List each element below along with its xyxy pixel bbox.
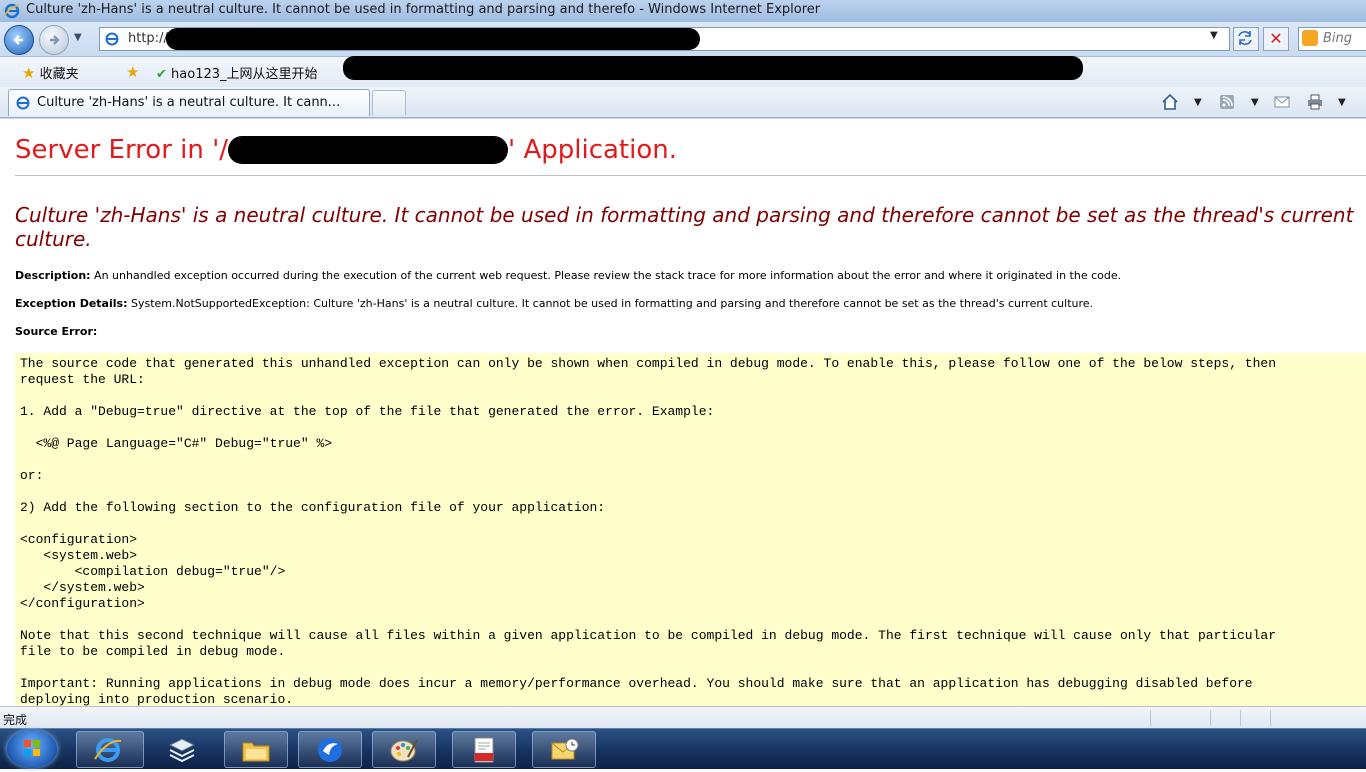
- start-button[interactable]: [7, 730, 57, 768]
- status-text: 完成: [3, 713, 28, 727]
- tab-bar: Culture 'zh-Hans' is a neutral culture. …: [0, 87, 1366, 118]
- mail-clock-icon: [551, 738, 579, 760]
- page-content: Server Error in '/ ' Application. Culture…: [0, 118, 1366, 707]
- favorites-label: 收藏夹: [39, 67, 79, 82]
- address-dropdown-icon[interactable]: ▼: [1210, 30, 1218, 41]
- status-divider: [1150, 710, 1151, 726]
- internet-explorer-icon: [4, 3, 20, 19]
- exception-label: Exception Details:: [15, 297, 128, 310]
- paint-palette-icon: [390, 739, 418, 762]
- recent-pages-dropdown-icon[interactable]: ▼: [74, 32, 82, 43]
- taskbar-file-explorer[interactable]: [224, 731, 288, 768]
- print-dropdown-icon[interactable]: ▼: [1338, 97, 1346, 108]
- compatibility-refresh-button[interactable]: [1233, 27, 1259, 51]
- redacted-url-mask: [166, 28, 700, 50]
- swirl-browser-icon: [318, 738, 342, 762]
- internet-explorer-page-icon: [105, 32, 119, 46]
- home-dropdown-icon[interactable]: ▼: [1194, 97, 1202, 108]
- back-button[interactable]: [4, 25, 34, 55]
- description-label: Description:: [15, 269, 91, 282]
- windows-taskbar: [0, 728, 1366, 769]
- address-bar[interactable]: http://: [99, 27, 1230, 51]
- page-title: Server Error in '/ ' Application.: [15, 135, 677, 165]
- taskbar-browser-app[interactable]: [298, 731, 362, 768]
- home-icon[interactable]: [1161, 93, 1179, 111]
- refresh-icon: [1238, 31, 1252, 45]
- star-icon: ★: [22, 64, 36, 82]
- redacted-app-name-mask: [228, 136, 509, 164]
- windows-logo-icon: [24, 740, 40, 756]
- redacted-favorites-mask: [343, 56, 1083, 80]
- arrow-right-icon: [50, 35, 60, 45]
- close-x-icon: ✕: [1269, 29, 1283, 48]
- favorite-link-label: hao123_上网从这里开始: [171, 67, 318, 82]
- tab-current[interactable]: Culture 'zh-Hans' is a neutral culture. …: [8, 89, 370, 116]
- source-error-heading: Source Error:: [15, 325, 97, 338]
- taskbar-pdf-reader[interactable]: [452, 731, 516, 768]
- add-star-icon: ★: [126, 63, 140, 81]
- hao123-logo-icon: ✔: [156, 67, 167, 82]
- page-title-suffix: ' Application.: [508, 135, 677, 165]
- window-titlebar: Culture 'zh-Hans' is a neutral culture. …: [0, 0, 1366, 22]
- favorite-link-hao123[interactable]: ✔ hao123_上网从这里开始: [156, 63, 318, 82]
- status-divider: [1210, 710, 1211, 726]
- favorites-button[interactable]: ★ 收藏夹: [22, 63, 79, 82]
- bing-icon: [1302, 30, 1318, 46]
- taskbar-internet-explorer[interactable]: [76, 731, 144, 768]
- pdf-document-icon: [474, 737, 494, 763]
- search-placeholder: Bing: [1323, 31, 1353, 46]
- internet-explorer-icon: [94, 738, 122, 762]
- tab-label: Culture 'zh-Hans' is a neutral culture. …: [37, 95, 341, 110]
- exception-details-line: Exception Details: System.NotSupportedEx…: [15, 297, 1093, 310]
- layers-icon: [168, 738, 196, 763]
- status-divider: [1270, 710, 1271, 726]
- source-error-label: Source Error:: [15, 325, 98, 338]
- error-message: Culture 'zh-Hans' is a neutral culture. …: [15, 203, 1354, 251]
- taskbar-layers-app[interactable]: [150, 731, 214, 768]
- internet-explorer-tab-icon: [16, 96, 30, 110]
- search-box[interactable]: Bing: [1298, 27, 1366, 51]
- source-error-box: The source code that generated this unha…: [15, 353, 1366, 707]
- favorites-bar: ★ 收藏夹 ★ ✔ hao123_上网从这里开始: [0, 56, 1366, 88]
- status-bar: 完成: [0, 706, 1366, 729]
- window-title: Culture 'zh-Hans' is a neutral culture. …: [26, 2, 821, 17]
- description-text: An unhandled exception occurred during t…: [90, 269, 1122, 282]
- new-tab-button[interactable]: [372, 90, 406, 115]
- read-mail-icon[interactable]: [1273, 93, 1291, 111]
- arrow-left-icon: [13, 35, 23, 45]
- taskbar-mail-app[interactable]: [532, 731, 596, 768]
- add-favorite-button[interactable]: ★: [126, 63, 139, 81]
- print-icon[interactable]: [1306, 93, 1324, 111]
- taskbar-paint-app[interactable]: [372, 731, 436, 768]
- title-divider: [15, 175, 1366, 176]
- navigation-bar: ▼ http:// ▼ ✕ Bing: [0, 22, 1366, 57]
- feeds-icon[interactable]: [1218, 93, 1236, 111]
- description-line: Description: An unhandled exception occu…: [15, 269, 1121, 282]
- address-url-text: http://: [128, 31, 168, 46]
- source-error-text: The source code that generated this unha…: [20, 356, 1277, 707]
- status-divider: [1240, 710, 1241, 726]
- feeds-dropdown-icon[interactable]: ▼: [1251, 97, 1259, 108]
- page-title-prefix: Server Error in '/: [15, 135, 229, 165]
- stop-button[interactable]: ✕: [1263, 27, 1289, 51]
- folder-icon: [242, 742, 270, 762]
- exception-text: System.NotSupportedException: Culture 'z…: [127, 297, 1094, 310]
- forward-button[interactable]: [39, 25, 69, 55]
